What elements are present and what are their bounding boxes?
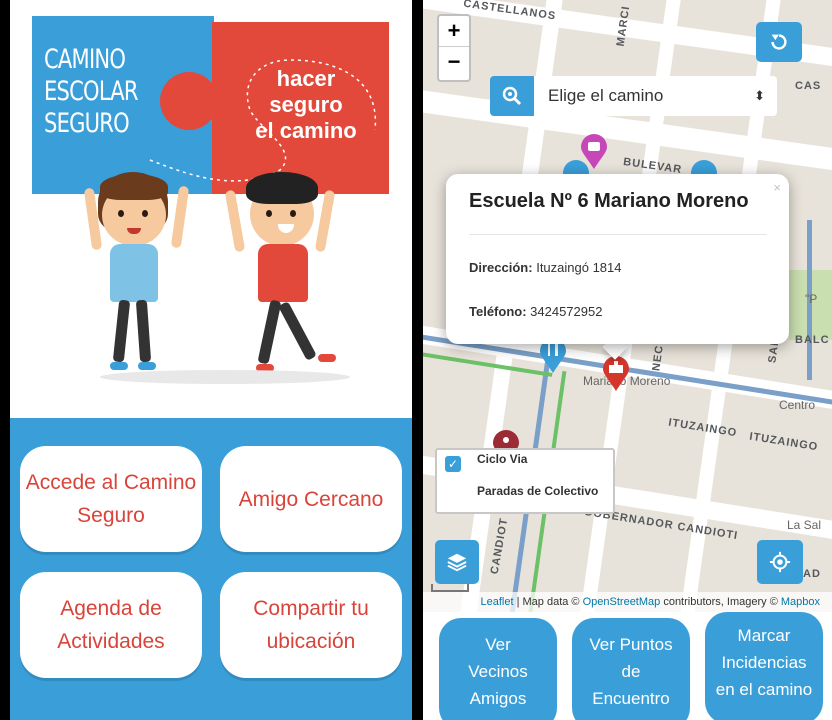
map-view[interactable]: CASTELLANOS BULEVAR ITUZAINGO ITUZAINGO … bbox=[423, 0, 832, 612]
hero-illustration: CAMINO ESCOLAR SEGURO hacer seguro el ca… bbox=[10, 0, 412, 418]
access-safe-route-button[interactable]: Accede al Camino Seguro bbox=[20, 446, 202, 552]
popup-close-button[interactable]: × bbox=[773, 180, 781, 195]
reset-button[interactable] bbox=[756, 22, 802, 62]
contributors-text: contributors, Imagery © bbox=[660, 596, 781, 608]
slogan-line3: el camino bbox=[255, 118, 357, 143]
school-info-popup: × Escuela Nº 6 Mariano Moreno Dirección:… bbox=[446, 174, 789, 344]
scale-bar bbox=[431, 584, 469, 592]
osm-link[interactable]: OpenStreetMap bbox=[583, 596, 661, 608]
slogan-line1: hacer bbox=[276, 66, 336, 91]
ciclo-via-checkbox[interactable]: ✓ bbox=[445, 456, 461, 472]
ciclo-via-label[interactable]: Ciclo Via bbox=[477, 452, 527, 466]
kid-right-illustration bbox=[220, 160, 350, 380]
map-attribution: Leaflet | Map data © OpenStreetMap contr… bbox=[423, 592, 832, 612]
route-selector: Elige el camino ⬍ bbox=[490, 76, 777, 116]
popup-title: Escuela Nº 6 Mariano Moreno bbox=[469, 190, 749, 212]
action-bar: Ver Vecinos Amigos Ver Puntos de Encuent… bbox=[423, 612, 832, 720]
popup-address: Dirección: Ituzaingó 1814 bbox=[469, 260, 622, 275]
view-meeting-points-button[interactable]: Ver Puntos de Encuentro bbox=[572, 618, 690, 720]
view-neighbor-friends-button[interactable]: Ver Vecinos Amigos bbox=[439, 618, 557, 720]
crosshair-icon bbox=[769, 551, 791, 573]
zoom-icon bbox=[502, 86, 522, 106]
popup-phone: Teléfono: 3424572952 bbox=[469, 304, 602, 319]
layers-icon bbox=[447, 553, 467, 572]
phone-value: 3424572952 bbox=[530, 304, 603, 319]
popup-divider bbox=[469, 234, 767, 235]
street-label-cas: CAS bbox=[795, 80, 822, 92]
brand-title-line2: ESCOLAR bbox=[44, 76, 139, 107]
place-label-la-sal: La Sal bbox=[787, 518, 822, 532]
slogan-line2: seguro bbox=[269, 92, 343, 117]
ground-shadow bbox=[100, 370, 350, 384]
undo-icon bbox=[771, 34, 787, 50]
street-label-candiot: CANDIOT bbox=[488, 516, 511, 576]
street-label-ituzaingo-2: ITUZAINGO bbox=[748, 430, 820, 454]
activities-agenda-button[interactable]: Agenda de Actividades bbox=[20, 572, 202, 678]
leaflet-link[interactable]: Leaflet bbox=[481, 596, 514, 608]
street-label-balc: BALC bbox=[795, 334, 830, 346]
route-select[interactable]: Elige el camino ⬍ bbox=[534, 76, 777, 116]
share-location-button[interactable]: Compartir tu ubicación bbox=[220, 572, 402, 678]
view-neighbor-friends-label: Ver Vecinos Amigos bbox=[468, 634, 528, 708]
map-screen: CASTELLANOS BULEVAR ITUZAINGO ITUZAINGO … bbox=[423, 0, 832, 720]
street-label-ad: AD bbox=[803, 568, 821, 580]
brand-title-line1: CAMINO bbox=[44, 44, 126, 75]
zoom-out-button[interactable]: − bbox=[439, 47, 469, 77]
layer-control: ✓ Ciclo Via Paradas de Colectivo bbox=[435, 448, 615, 514]
phone-label: Teléfono: bbox=[469, 304, 527, 319]
mapbox-link[interactable]: Mapbox bbox=[781, 596, 820, 608]
brand-title: CAMINO ESCOLAR SEGURO bbox=[44, 44, 139, 140]
nearby-friend-button[interactable]: Amigo Cercano bbox=[220, 446, 402, 552]
view-meeting-points-label: Ver Puntos de Encuentro bbox=[589, 634, 673, 708]
brand-slogan: hacer seguro el camino bbox=[232, 66, 380, 144]
mark-incidents-button[interactable]: Marcar Incidencias en el camino bbox=[705, 612, 823, 720]
select-arrows-icon: ⬍ bbox=[754, 88, 765, 103]
zoom-in-button[interactable]: + bbox=[439, 16, 469, 46]
home-screen: CAMINO ESCOLAR SEGURO hacer seguro el ca… bbox=[10, 0, 412, 720]
search-button[interactable] bbox=[490, 76, 534, 116]
layers-button[interactable] bbox=[435, 540, 479, 584]
address-label: Dirección: bbox=[469, 260, 533, 275]
school-marker-icon[interactable] bbox=[601, 356, 631, 392]
kid-left-illustration bbox=[80, 160, 190, 380]
place-label-p: "P bbox=[805, 292, 818, 306]
street-label-ituzaingo: ITUZAINGO bbox=[667, 416, 739, 440]
paradas-label[interactable]: Paradas de Colectivo bbox=[477, 484, 598, 498]
brand-title-line3: SEGURO bbox=[44, 108, 130, 139]
locate-button[interactable] bbox=[757, 540, 803, 584]
mark-incidents-label: Marcar Incidencias en el camino bbox=[715, 626, 813, 699]
main-menu: Accede al Camino Seguro Amigo Cercano Ag… bbox=[10, 418, 412, 720]
map-data-text: | Map data © bbox=[513, 596, 583, 608]
route-select-value: Elige el camino bbox=[548, 86, 664, 105]
address-value: Ituzaingó 1814 bbox=[536, 260, 622, 275]
place-label-centro: Centro bbox=[779, 398, 816, 412]
zoom-control: + − bbox=[437, 14, 471, 82]
